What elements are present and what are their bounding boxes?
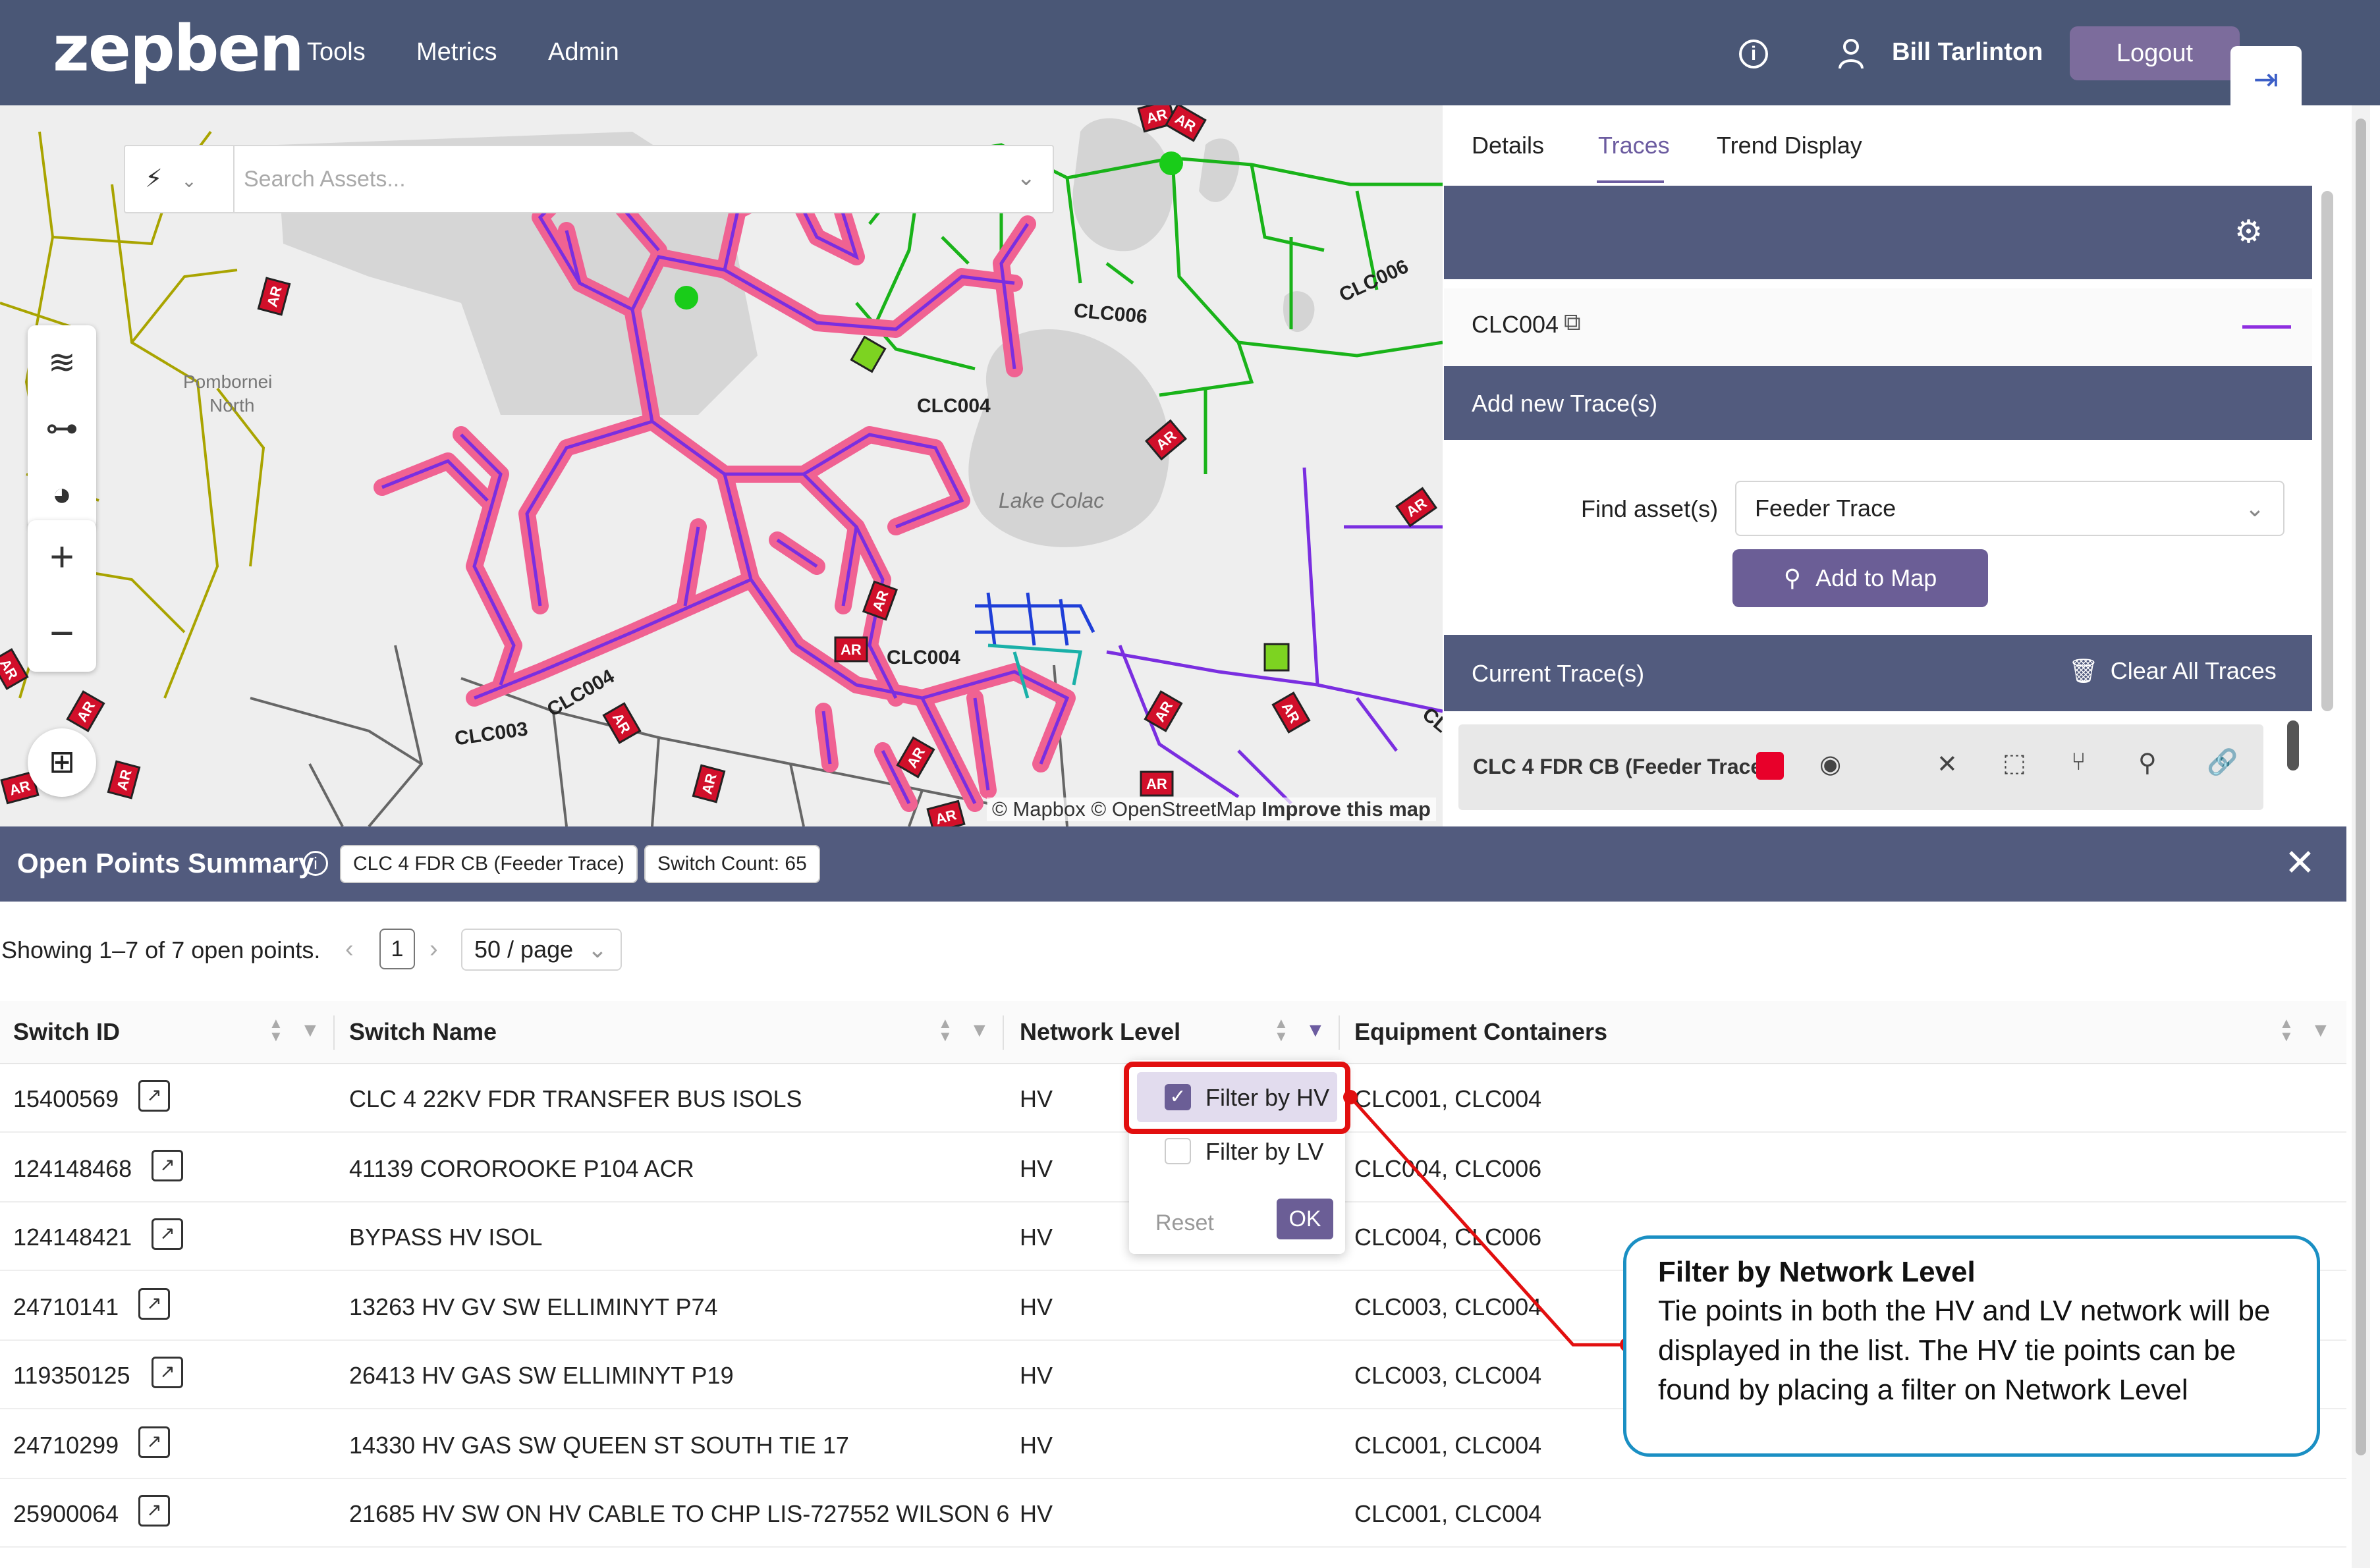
annotation-callout: Filter by Network Level Tie points in bo… <box>1623 1235 2320 1457</box>
callout-body: Tie points in both the HV and LV network… <box>1658 1295 2271 1406</box>
callout-title: Filter by Network Level <box>1658 1256 1976 1288</box>
page-scrollbar-thumb[interactable] <box>2356 119 2366 1455</box>
